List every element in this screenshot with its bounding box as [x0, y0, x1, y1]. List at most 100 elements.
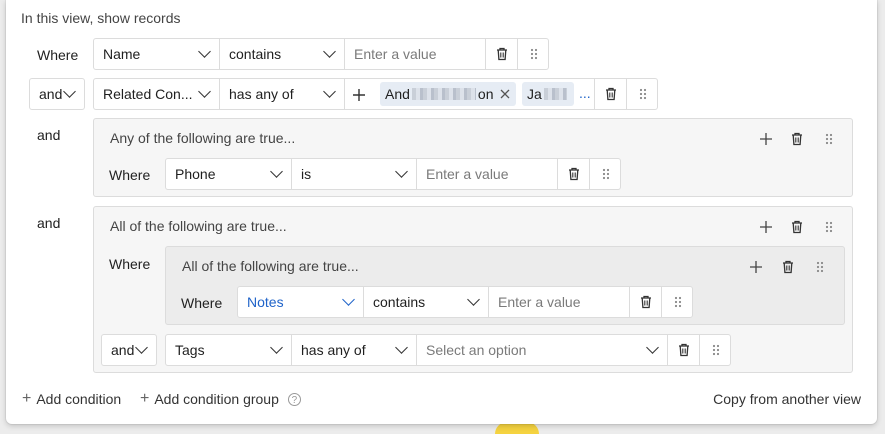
value-input[interactable]: Enter a value — [488, 287, 629, 317]
chevron-down-icon — [63, 85, 76, 98]
delete-group-button[interactable] — [787, 217, 807, 237]
drag-handle-icon — [825, 133, 833, 145]
option-placeholder: Select an option — [426, 342, 527, 358]
panel-heading: In this view, show records — [21, 10, 181, 26]
operator-value: has any of — [229, 86, 294, 102]
add-to-group-button[interactable] — [746, 257, 766, 277]
operator-value: is — [301, 166, 312, 182]
plus-icon — [760, 221, 772, 233]
where-label: Where — [181, 295, 223, 311]
group-drag-handle[interactable] — [819, 129, 839, 149]
condition-row-name: Name contains Enter a value — [93, 38, 549, 70]
chip-text: on — [477, 86, 494, 102]
add-to-group-button[interactable] — [756, 217, 776, 237]
conjunction-value: and — [39, 86, 63, 102]
operator-value: contains — [373, 294, 426, 310]
add-to-group-button[interactable] — [756, 129, 776, 149]
field-value: Related Con... — [103, 86, 193, 102]
group-title: All of the following are true... — [110, 218, 287, 234]
add-group-label: Add condition group — [154, 391, 279, 407]
where-label: Where — [109, 256, 151, 272]
drag-handle-icon — [530, 48, 538, 60]
help-icon[interactable]: ? — [287, 392, 301, 406]
conjunction-inner: and — [30, 79, 84, 109]
operator-select[interactable]: is — [291, 159, 416, 189]
field-value: Notes — [247, 294, 284, 310]
operator-select[interactable]: has any of — [219, 79, 344, 109]
operator-value: contains — [229, 46, 282, 62]
redacted-text — [543, 88, 567, 100]
delete-condition-button[interactable] — [485, 39, 517, 69]
delete-group-button[interactable] — [787, 129, 807, 149]
drag-handle[interactable] — [517, 39, 549, 69]
field-value: Phone — [175, 166, 216, 182]
option-select[interactable]: Select an option — [416, 335, 667, 365]
redacted-text — [411, 88, 476, 100]
conjunction-label: and — [37, 215, 61, 231]
copy-from-view-button[interactable]: Copy from another view — [713, 391, 861, 407]
where-label: Where — [37, 47, 79, 63]
drag-handle[interactable] — [661, 287, 693, 317]
delete-condition-button[interactable] — [594, 79, 626, 109]
value-input[interactable]: Enter a value — [416, 159, 557, 189]
add-condition-button[interactable]: + Add condition — [22, 391, 122, 408]
field-select[interactable]: Related Con... — [94, 79, 219, 109]
drag-handle[interactable] — [699, 335, 731, 365]
condition-row-tags: Tags has any of Select an option — [165, 334, 731, 366]
trash-icon — [640, 295, 652, 309]
record-chip[interactable]: And on — [380, 82, 516, 106]
record-picker[interactable]: And on Ja ... — [344, 79, 594, 109]
trash-icon — [782, 260, 794, 274]
conjunction-select[interactable]: and — [101, 334, 157, 366]
operator-select[interactable]: contains — [219, 39, 344, 69]
condition-group-any: Any of the following are true... Where P… — [93, 118, 853, 197]
drag-handle-icon — [639, 88, 647, 100]
field-select[interactable]: Name — [94, 39, 219, 69]
conjunction-select[interactable]: and — [29, 78, 85, 110]
drag-handle-icon — [602, 168, 610, 180]
condition-row-phone: Phone is Enter a value — [165, 158, 621, 190]
add-condition-group-button[interactable]: + Add condition group? — [140, 391, 301, 407]
chevron-down-icon — [135, 341, 148, 354]
chevron-down-icon — [323, 45, 336, 58]
close-icon[interactable] — [500, 86, 510, 102]
operator-select[interactable]: contains — [363, 287, 488, 317]
plus-icon — [750, 261, 762, 273]
group-drag-handle[interactable] — [819, 217, 839, 237]
chevron-down-icon — [342, 293, 355, 306]
delete-condition-button[interactable] — [667, 335, 699, 365]
trash-icon — [568, 167, 580, 181]
more-records-indicator[interactable]: ... — [579, 85, 591, 101]
delete-group-button[interactable] — [778, 257, 798, 277]
record-chip[interactable]: Ja — [522, 82, 574, 106]
group-title: All of the following are true... — [182, 258, 359, 274]
delete-condition-button[interactable] — [629, 287, 661, 317]
plus-icon — [760, 133, 772, 145]
chevron-down-icon — [198, 85, 211, 98]
chevron-down-icon — [467, 293, 480, 306]
field-select[interactable]: Phone — [166, 159, 291, 189]
drag-handle[interactable] — [589, 159, 621, 189]
conjunction-label: and — [37, 127, 61, 143]
operator-select[interactable]: has any of — [291, 335, 416, 365]
filter-panel: In this view, show records Where Name co… — [6, 0, 877, 424]
field-value: Name — [103, 46, 141, 62]
value-input[interactable]: Enter a value — [344, 39, 485, 69]
chip-text: Ja — [527, 86, 542, 102]
condition-row-notes: Notes contains Enter a value — [237, 286, 693, 318]
field-select[interactable]: Tags — [166, 335, 291, 365]
chip-text: And — [385, 86, 410, 102]
add-condition-label: Add condition — [36, 391, 122, 407]
drag-handle[interactable] — [626, 79, 658, 109]
add-record-icon[interactable] — [351, 87, 367, 103]
chevron-down-icon — [395, 165, 408, 178]
drag-handle-icon — [674, 296, 682, 308]
condition-row-related: Related Con... has any of And on Ja ... — [93, 78, 658, 110]
drag-handle-icon — [825, 221, 833, 233]
chevron-down-icon — [323, 85, 336, 98]
trash-icon — [496, 47, 508, 61]
group-drag-handle[interactable] — [810, 257, 830, 277]
delete-condition-button[interactable] — [557, 159, 589, 189]
field-select[interactable]: Notes — [238, 287, 363, 317]
chevron-down-icon — [270, 165, 283, 178]
